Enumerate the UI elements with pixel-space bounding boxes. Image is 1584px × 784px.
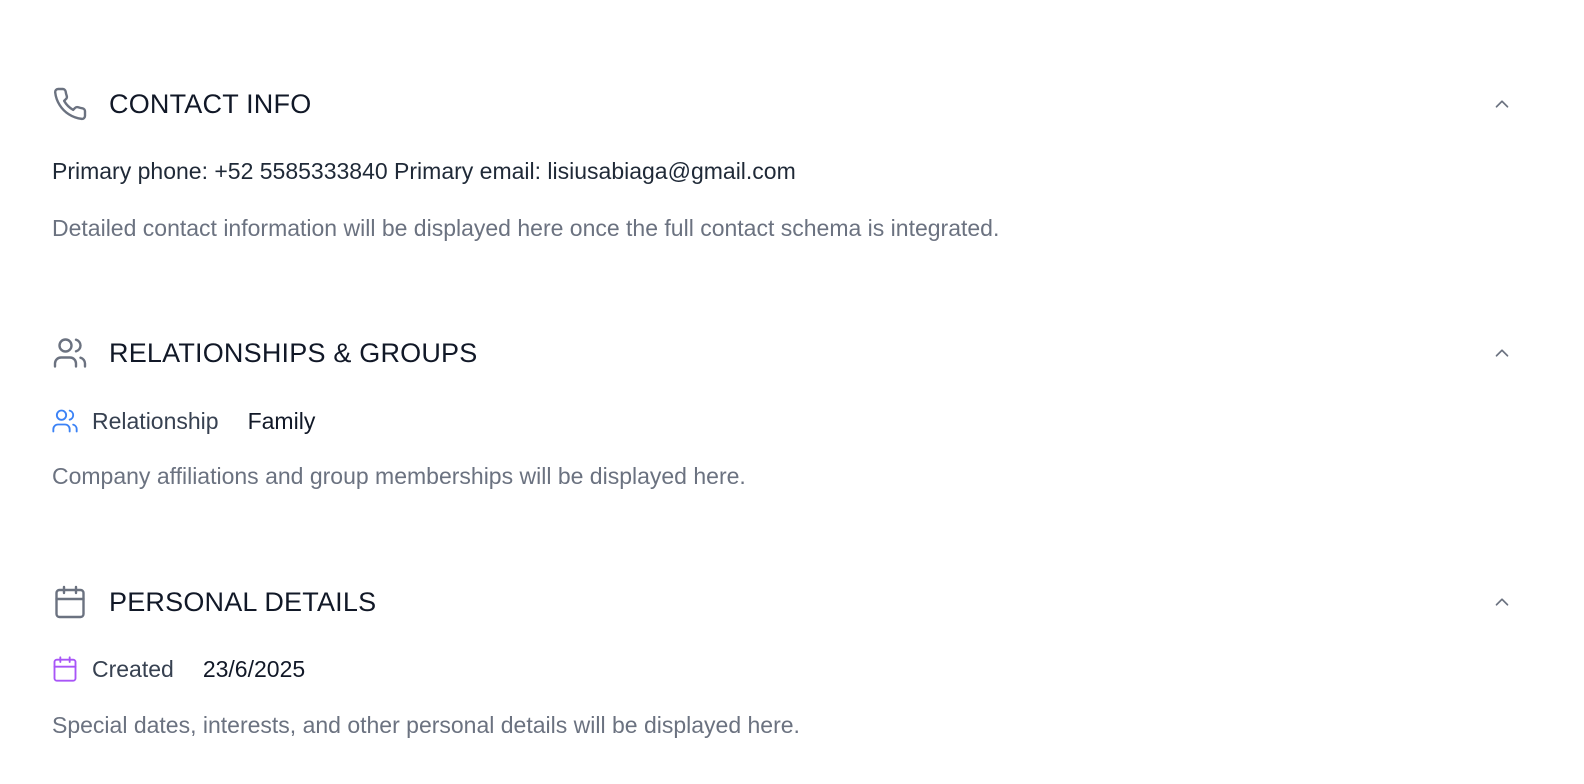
personal-details-title: PERSONAL DETAILS xyxy=(109,586,377,617)
contact-info-summary: Primary phone: +52 5585333840 Primary em… xyxy=(52,158,796,184)
relationships-section: RELATIONSHIPS & GROUPS Relationship Fami… xyxy=(52,333,1528,491)
relationship-field: Relationship Family xyxy=(52,405,1528,437)
users-icon xyxy=(52,335,88,371)
relationship-label: Relationship xyxy=(92,407,219,434)
relationships-title: RELATIONSHIPS & GROUPS xyxy=(109,337,478,368)
calendar-icon xyxy=(52,584,88,620)
created-calendar-icon xyxy=(50,654,80,684)
contact-info-section: CONTACT INFO Primary phone: +52 55853338… xyxy=(52,84,1528,243)
relationships-note: Company affiliations and group membershi… xyxy=(52,463,746,489)
relationship-value: Family xyxy=(247,407,316,434)
collapse-contact-info-chevron-up-icon[interactable] xyxy=(1490,92,1514,116)
personal-details-header[interactable]: PERSONAL DETAILS xyxy=(52,582,1528,622)
created-value: 23/6/2025 xyxy=(202,655,306,682)
personal-details-note: Special dates, interests, and other pers… xyxy=(52,712,800,738)
relationships-header[interactable]: RELATIONSHIPS & GROUPS xyxy=(52,333,1528,373)
contact-info-note: Detailed contact information will be dis… xyxy=(52,215,1000,241)
collapse-personal-details-chevron-up-icon[interactable] xyxy=(1490,590,1514,614)
phone-icon xyxy=(52,86,88,122)
contact-info-title: CONTACT INFO xyxy=(109,88,312,119)
relationship-users-icon xyxy=(50,406,80,436)
collapse-relationships-chevron-up-icon[interactable] xyxy=(1490,341,1514,365)
contact-info-header[interactable]: CONTACT INFO xyxy=(52,84,1528,124)
created-label: Created xyxy=(92,655,174,682)
personal-details-section: PERSONAL DETAILS Created 23/6/2025 Speci… xyxy=(52,582,1528,740)
created-field: Created 23/6/2025 xyxy=(52,653,1528,685)
